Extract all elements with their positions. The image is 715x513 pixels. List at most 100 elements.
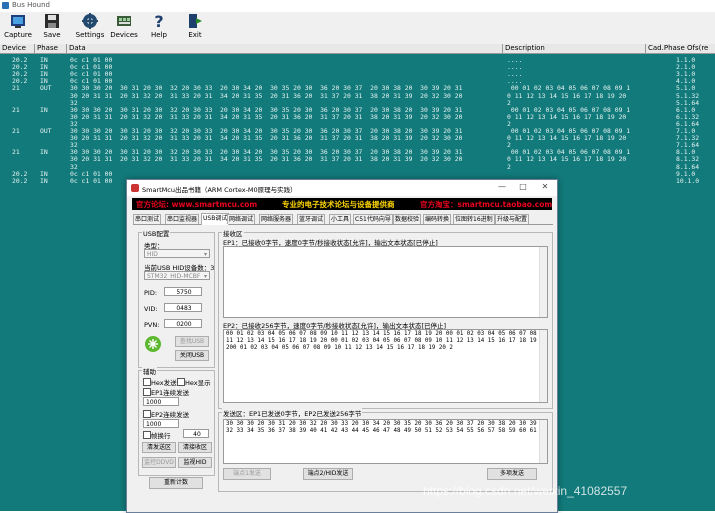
close-usb-button[interactable]: 关闭USB xyxy=(175,350,209,361)
ep1-loop-label: EP1连续发送 xyxy=(151,389,190,397)
assist-group: 辅助 Hex发送 Hex显示 EP1连续发送 1000 EP2连续发送 1000… xyxy=(138,366,215,476)
tab-4[interactable]: 网络服务器 xyxy=(259,214,294,224)
type-select[interactable]: HID ▾ xyxy=(144,249,210,258)
ep2-receive-scrollbar[interactable] xyxy=(539,330,547,402)
monitor-ddvd-button[interactable]: 监控DDVD xyxy=(142,457,176,468)
app-titlebar: Bus Hound xyxy=(0,0,715,12)
send-label: 发送区：EP1已发送0字节，EP2已发送256字节 xyxy=(222,408,363,418)
smartmcu-dialog: SmartMcu出品书籍（ARM Cortex-M0原理与实践） — □ ✕ 官… xyxy=(126,179,558,513)
frame-newline-label: 帧换行 xyxy=(151,432,171,440)
ep1-receive-area[interactable] xyxy=(223,246,548,318)
cell-data: 0c c1 01 00 xyxy=(70,176,113,185)
hex-send-checkbox[interactable] xyxy=(143,378,151,386)
dialog-title: SmartMcu出品书籍（ARM Cortex-M0原理与实践） xyxy=(142,186,297,194)
dialog-tabs: 串口测试 串口监视器 USB调试 网络调试 网络服务器 蓝牙调试 小工具 C51代码向导 数据校… xyxy=(133,213,553,225)
csdn-watermark: https://blog.csdn.net/weixin_41082557 xyxy=(423,484,628,498)
capture-grid-header: Device Phase Data Description Cad.Phase … xyxy=(0,44,715,54)
ep2-receive-area[interactable]: 00 01 02 03 04 05 06 07 08 09 10 11 12 1… xyxy=(223,329,548,403)
ep1-interval-field[interactable]: 1000 xyxy=(143,397,179,406)
pid-label: PID: xyxy=(144,289,158,297)
banner-forum[interactable]: 官方论坛: www.smartmcu.com xyxy=(136,199,257,210)
send-area[interactable]: 30 30 30 20 30 31 20 30 32 20 30 33 20 3… xyxy=(223,419,548,464)
column-header-cad[interactable]: Cad.Phase Ofs(re xyxy=(646,44,715,53)
exit-button[interactable]: Exit xyxy=(179,13,211,43)
find-usb-button[interactable]: 查找USB xyxy=(175,336,209,347)
column-header-description[interactable]: Description xyxy=(503,44,646,53)
settings-icon xyxy=(82,13,98,29)
close-button[interactable]: ✕ xyxy=(538,182,552,194)
send-group: 发送区：EP1已发送0字节，EP2已发送256字节 30 30 30 20 30… xyxy=(218,408,553,492)
save-icon xyxy=(45,14,59,28)
usb-status-icon xyxy=(145,336,161,352)
smartmcu-app-icon xyxy=(131,184,139,192)
multi-send-button[interactable]: 多项发送 xyxy=(487,468,537,480)
chevron-down-icon: ▾ xyxy=(203,273,207,280)
hex-show-checkbox[interactable] xyxy=(177,378,185,386)
svg-text:?: ? xyxy=(154,13,163,29)
pid-field[interactable]: 5750 xyxy=(164,287,202,296)
pvn-field[interactable]: 0200 xyxy=(164,319,202,328)
chevron-down-icon: ▾ xyxy=(203,251,207,258)
banner-slogan: 专业的电子技术论坛与设备提供商 xyxy=(282,200,395,209)
ep2-hid-send-button[interactable]: 端点2/HID发送 xyxy=(303,468,353,480)
frame-newline-checkbox[interactable] xyxy=(143,431,151,439)
assist-label: 辅助 xyxy=(142,366,157,376)
bus-hound-app-icon xyxy=(2,2,9,9)
maximize-button[interactable]: □ xyxy=(516,182,530,194)
send-text: 30 30 30 20 30 31 20 30 32 20 30 33 20 3… xyxy=(226,421,547,434)
devices-icon xyxy=(117,16,131,26)
device-select[interactable]: STM32_HID-MCBF ▾ xyxy=(144,271,210,280)
column-header-data[interactable]: Data xyxy=(67,44,503,53)
clear-send-button[interactable]: 清发送区 xyxy=(142,442,176,453)
usb-config-group: USB配置 类型： HID ▾ 当前USB HID设备数：3 STM32_HID-… xyxy=(138,228,215,368)
tab-11[interactable]: 升级与配置 xyxy=(495,214,530,224)
vid-field[interactable]: 0483 xyxy=(164,303,202,312)
save-button[interactable]: Save xyxy=(36,13,68,43)
pvn-label: PVN: xyxy=(144,321,160,329)
ep2-loop-checkbox[interactable] xyxy=(143,410,151,418)
tab-5[interactable]: 蓝牙调试 xyxy=(297,214,326,224)
hex-send-label: Hex发送 xyxy=(151,379,177,387)
exit-icon xyxy=(189,14,202,28)
help-button[interactable]: ? Help xyxy=(143,13,175,43)
ep1-loop-checkbox[interactable] xyxy=(143,388,151,396)
minimize-button[interactable]: — xyxy=(495,182,509,194)
tab-7[interactable]: C51代码向导 xyxy=(353,214,393,224)
settings-button[interactable]: Settings xyxy=(74,13,106,43)
help-icon: ? xyxy=(154,13,163,29)
tab-10[interactable]: 位图转16进制 xyxy=(453,214,495,224)
cell-phase: IN xyxy=(40,176,48,185)
tab-3[interactable]: 网络调试 xyxy=(227,214,256,224)
devices-button[interactable]: Devices xyxy=(108,13,140,43)
tab-9[interactable]: 编码转换 xyxy=(423,214,452,224)
banner-taobao[interactable]: 官方淘宝：smartmcu.taobao.com xyxy=(420,199,552,210)
monitor-hid-button[interactable]: 监视HID xyxy=(178,457,212,468)
promo-banner: 官方论坛: www.smartmcu.com 专业的电子技术论坛与设备提供商 官… xyxy=(132,198,552,210)
hex-show-label: Hex显示 xyxy=(185,379,211,387)
cell-device: 20.2 xyxy=(12,176,28,185)
send-scrollbar[interactable] xyxy=(539,420,547,463)
frame-newline-field[interactable]: 40 xyxy=(183,429,209,438)
ep2-interval-field[interactable]: 1000 xyxy=(143,419,179,428)
tab-6[interactable]: 小工具 xyxy=(329,214,352,224)
clear-recv-button[interactable]: 清接收区 xyxy=(178,442,212,453)
ep2-receive-text: 00 01 02 03 04 05 06 07 08 09 10 11 12 1… xyxy=(226,331,547,351)
capture-icon xyxy=(11,15,25,28)
ep1-receive-scrollbar[interactable] xyxy=(539,247,547,317)
capture-button[interactable]: Capture xyxy=(2,13,34,43)
ep1-send-button[interactable]: 端点1发送 xyxy=(223,468,271,480)
ep2-loop-label: EP2连续发送 xyxy=(151,411,190,419)
tab-1[interactable]: 串口监视器 xyxy=(165,214,200,224)
main-toolbar: Capture Save Settings Devices ? Help Exi… xyxy=(0,12,715,44)
dialog-titlebar: SmartMcu出品书籍（ARM Cortex-M0原理与实践） — □ ✕ xyxy=(127,180,557,196)
tab-2[interactable]: USB调试 xyxy=(201,213,230,225)
column-header-phase[interactable]: Phase xyxy=(35,44,67,53)
receive-group: 接收区 EP1：已接收0字节，速度0字节/秒接收状态[允许]，输出文本状态[已停… xyxy=(218,228,553,409)
tab-8[interactable]: 数据校验 xyxy=(393,214,422,224)
cell-cad: 10.1.0 xyxy=(676,176,700,185)
vid-label: VID: xyxy=(144,305,158,313)
column-header-device[interactable]: Device xyxy=(0,44,35,53)
app-title: Bus Hound xyxy=(12,1,50,9)
tab-0[interactable]: 串口测试 xyxy=(133,214,162,224)
reset-count-button[interactable]: 重新计数 xyxy=(149,477,203,489)
